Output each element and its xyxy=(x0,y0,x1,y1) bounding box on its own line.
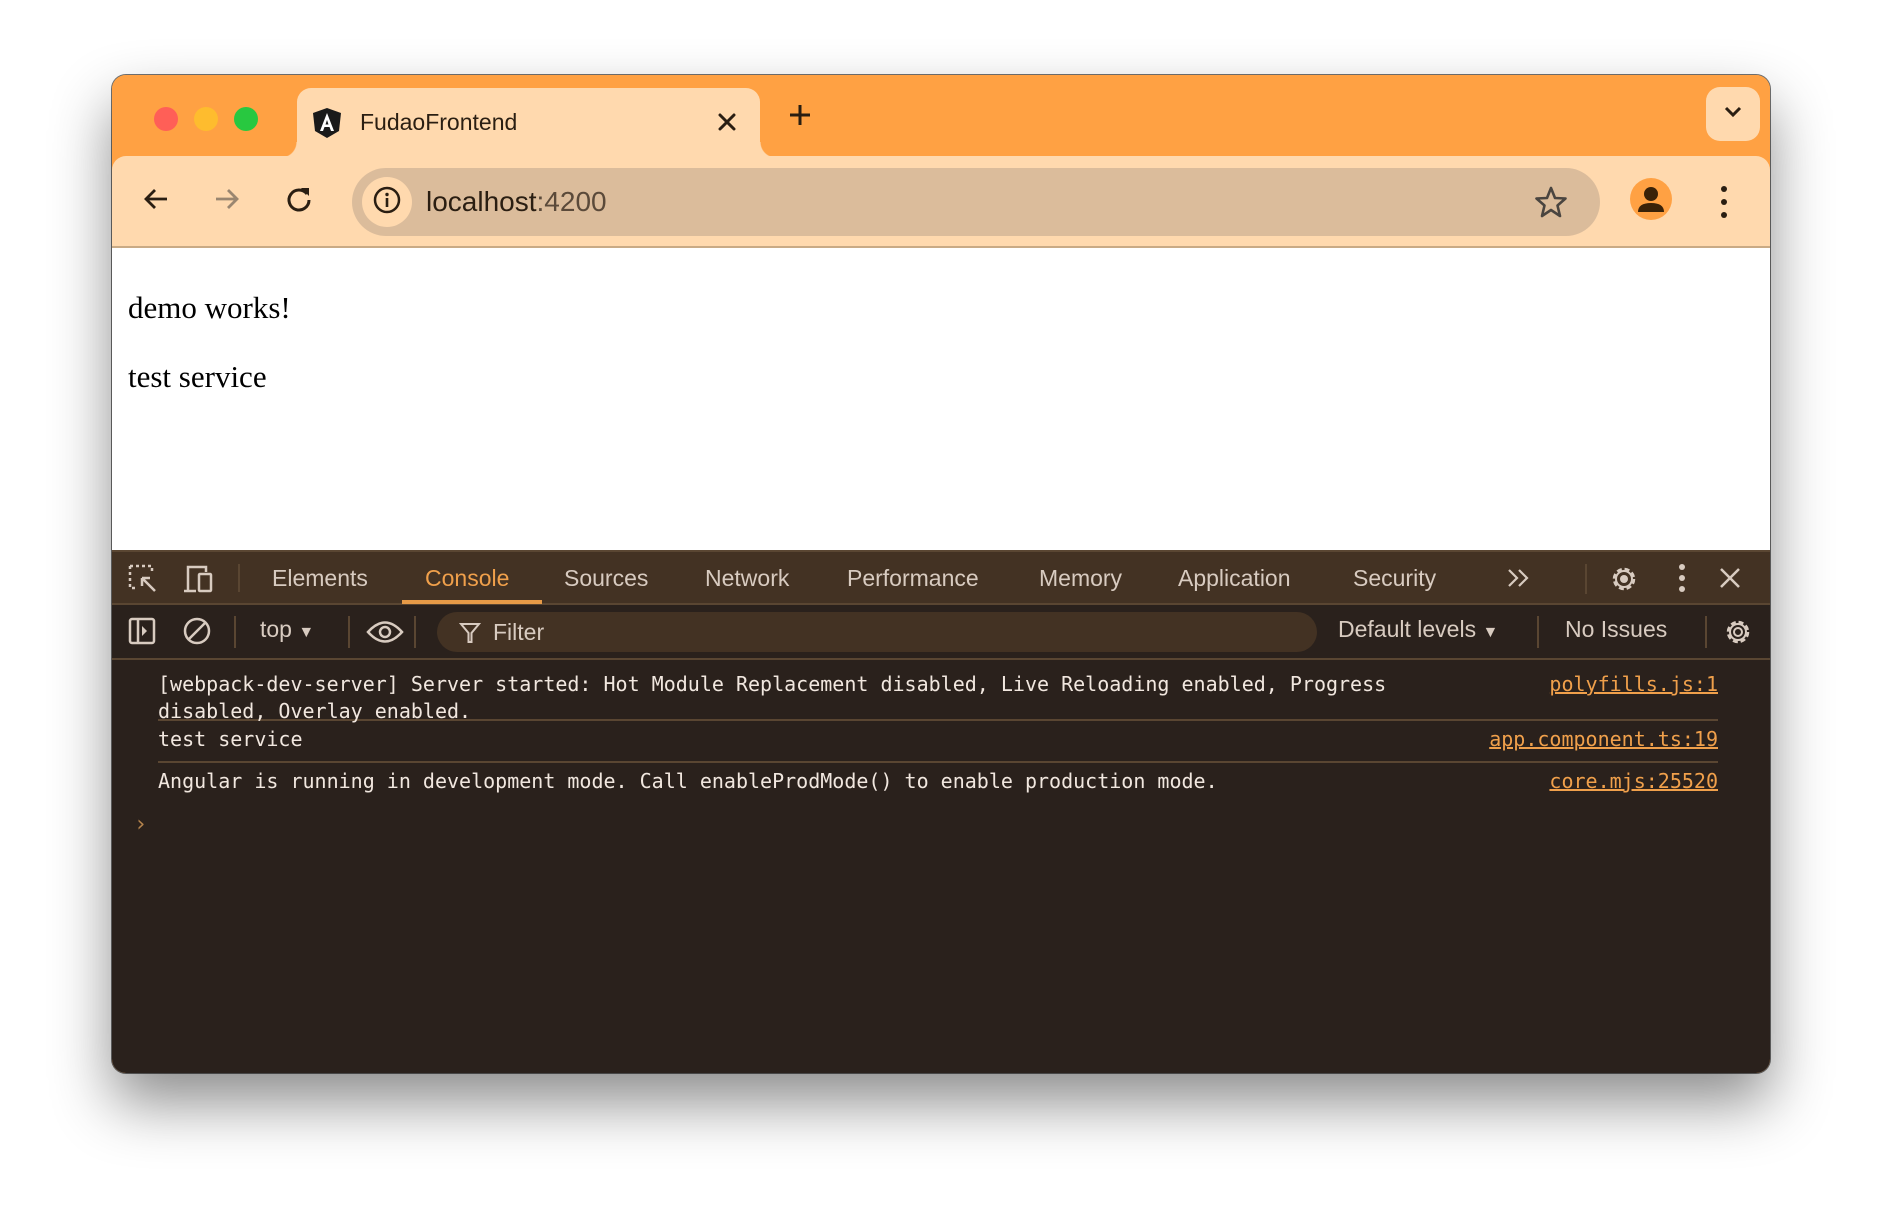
active-tab-indicator xyxy=(402,600,542,604)
console-message: [webpack-dev-server] Server started: Hot… xyxy=(158,660,1718,723)
forward-button[interactable] xyxy=(209,183,245,219)
console-message-text: test service xyxy=(158,727,303,751)
eye-icon[interactable] xyxy=(366,619,404,645)
console-source-link[interactable]: app.component.ts:19 xyxy=(1489,726,1718,753)
triangle-down-icon: ▼ xyxy=(298,624,315,641)
tab-fudaofrontend[interactable]: FudaoFrontend xyxy=(281,88,776,158)
browser-toolbar: localhost:4200 xyxy=(112,156,1770,248)
devtools-tab-console[interactable]: Console xyxy=(425,552,509,605)
issues-button[interactable]: No Issues xyxy=(1565,616,1667,643)
filter-icon xyxy=(459,622,481,644)
console-prompt[interactable]: › xyxy=(134,812,147,837)
angular-icon xyxy=(313,108,341,138)
info-icon xyxy=(373,186,401,219)
reload-icon xyxy=(285,185,313,218)
url-host: localhost xyxy=(426,186,537,217)
filter-placeholder: Filter xyxy=(493,619,545,645)
console-output: [webpack-dev-server] Server started: Hot… xyxy=(112,660,1770,837)
triangle-down-icon: ▼ xyxy=(1482,624,1499,641)
devtools-tab-performance[interactable]: Performance xyxy=(847,552,979,605)
console-message-text: Angular is running in development mode. … xyxy=(158,769,1218,793)
arrow-right-icon xyxy=(214,187,240,216)
devtools-tab-security[interactable]: Security xyxy=(1353,552,1436,605)
url-port: :4200 xyxy=(536,186,607,217)
close-devtools-icon[interactable] xyxy=(1718,566,1742,590)
more-tabs-icon[interactable] xyxy=(1506,566,1532,590)
back-button[interactable] xyxy=(138,183,174,219)
devtools-tab-memory[interactable]: Memory xyxy=(1039,552,1122,605)
console-source-link[interactable]: core.mjs:25520 xyxy=(1549,768,1718,795)
log-levels-label: Default levels xyxy=(1338,616,1477,642)
console-message: Angular is running in development mode. … xyxy=(158,763,1718,803)
site-info-button[interactable] xyxy=(362,177,412,227)
separator xyxy=(1705,616,1707,648)
devtools-tab-bar: Elements Console Sources Network Perform… xyxy=(112,550,1770,605)
avatar-icon xyxy=(1630,187,1672,220)
tab-title: FudaoFrontend xyxy=(360,109,518,135)
devtools-tab-sources[interactable]: Sources xyxy=(564,552,648,605)
address-bar[interactable]: localhost:4200 xyxy=(352,168,1600,236)
browser-window: FudaoFrontend localhost:4200 demo works!… xyxy=(112,75,1770,1073)
separator xyxy=(348,616,350,648)
devtools-tab-network[interactable]: Network xyxy=(705,552,789,605)
minimize-window-button[interactable] xyxy=(194,107,218,131)
paragraph-test-service: test service xyxy=(128,359,267,394)
tab-search-button[interactable] xyxy=(1706,87,1760,141)
context-selector[interactable]: top ▼ xyxy=(260,616,314,643)
separator xyxy=(238,564,240,592)
kebab-menu-icon[interactable] xyxy=(1714,182,1734,222)
close-window-button[interactable] xyxy=(154,107,178,131)
separator xyxy=(414,616,416,648)
separator xyxy=(1585,564,1587,594)
reload-button[interactable] xyxy=(281,183,317,219)
page-content: demo works! test service xyxy=(112,248,1770,550)
arrow-left-icon xyxy=(143,187,169,216)
filter-input[interactable]: Filter xyxy=(437,612,1317,652)
paragraph-demo-works: demo works! xyxy=(128,290,291,325)
console-message: test service app.component.ts:19 xyxy=(158,721,1718,763)
plus-icon xyxy=(789,104,811,131)
maximize-window-button[interactable] xyxy=(234,107,258,131)
context-label: top xyxy=(260,616,292,642)
new-tab-button[interactable] xyxy=(783,100,817,134)
devtools-tab-elements[interactable]: Elements xyxy=(272,552,368,605)
console-message-text: [webpack-dev-server] Server started: Hot… xyxy=(158,672,1399,723)
devtools-menu-icon[interactable] xyxy=(1678,564,1686,592)
tab-strip: FudaoFrontend xyxy=(112,75,1770,158)
device-toolbar-icon[interactable] xyxy=(182,564,214,594)
console-settings-gear-icon[interactable] xyxy=(1722,616,1754,648)
console-source-link[interactable]: polyfills.js:1 xyxy=(1549,671,1718,698)
devtools-panel: Elements Console Sources Network Perform… xyxy=(112,550,1770,1073)
inspect-element-icon[interactable] xyxy=(128,564,158,594)
separator xyxy=(1537,616,1539,648)
url-text[interactable]: localhost:4200 xyxy=(426,186,607,218)
profile-button[interactable] xyxy=(1630,178,1672,220)
log-levels-dropdown[interactable]: Default levels ▼ xyxy=(1338,616,1498,643)
sidebar-toggle-icon[interactable] xyxy=(128,617,156,645)
star-icon[interactable] xyxy=(1534,185,1568,224)
close-tab-icon[interactable] xyxy=(712,107,742,137)
devtools-tab-application[interactable]: Application xyxy=(1178,552,1291,605)
separator xyxy=(234,616,236,648)
console-toolbar: top ▼ Filter Default levels ▼ No Issues xyxy=(112,605,1770,660)
clear-console-icon[interactable] xyxy=(182,616,212,646)
settings-gear-icon[interactable] xyxy=(1608,563,1640,595)
chevron-down-icon xyxy=(1724,105,1742,123)
